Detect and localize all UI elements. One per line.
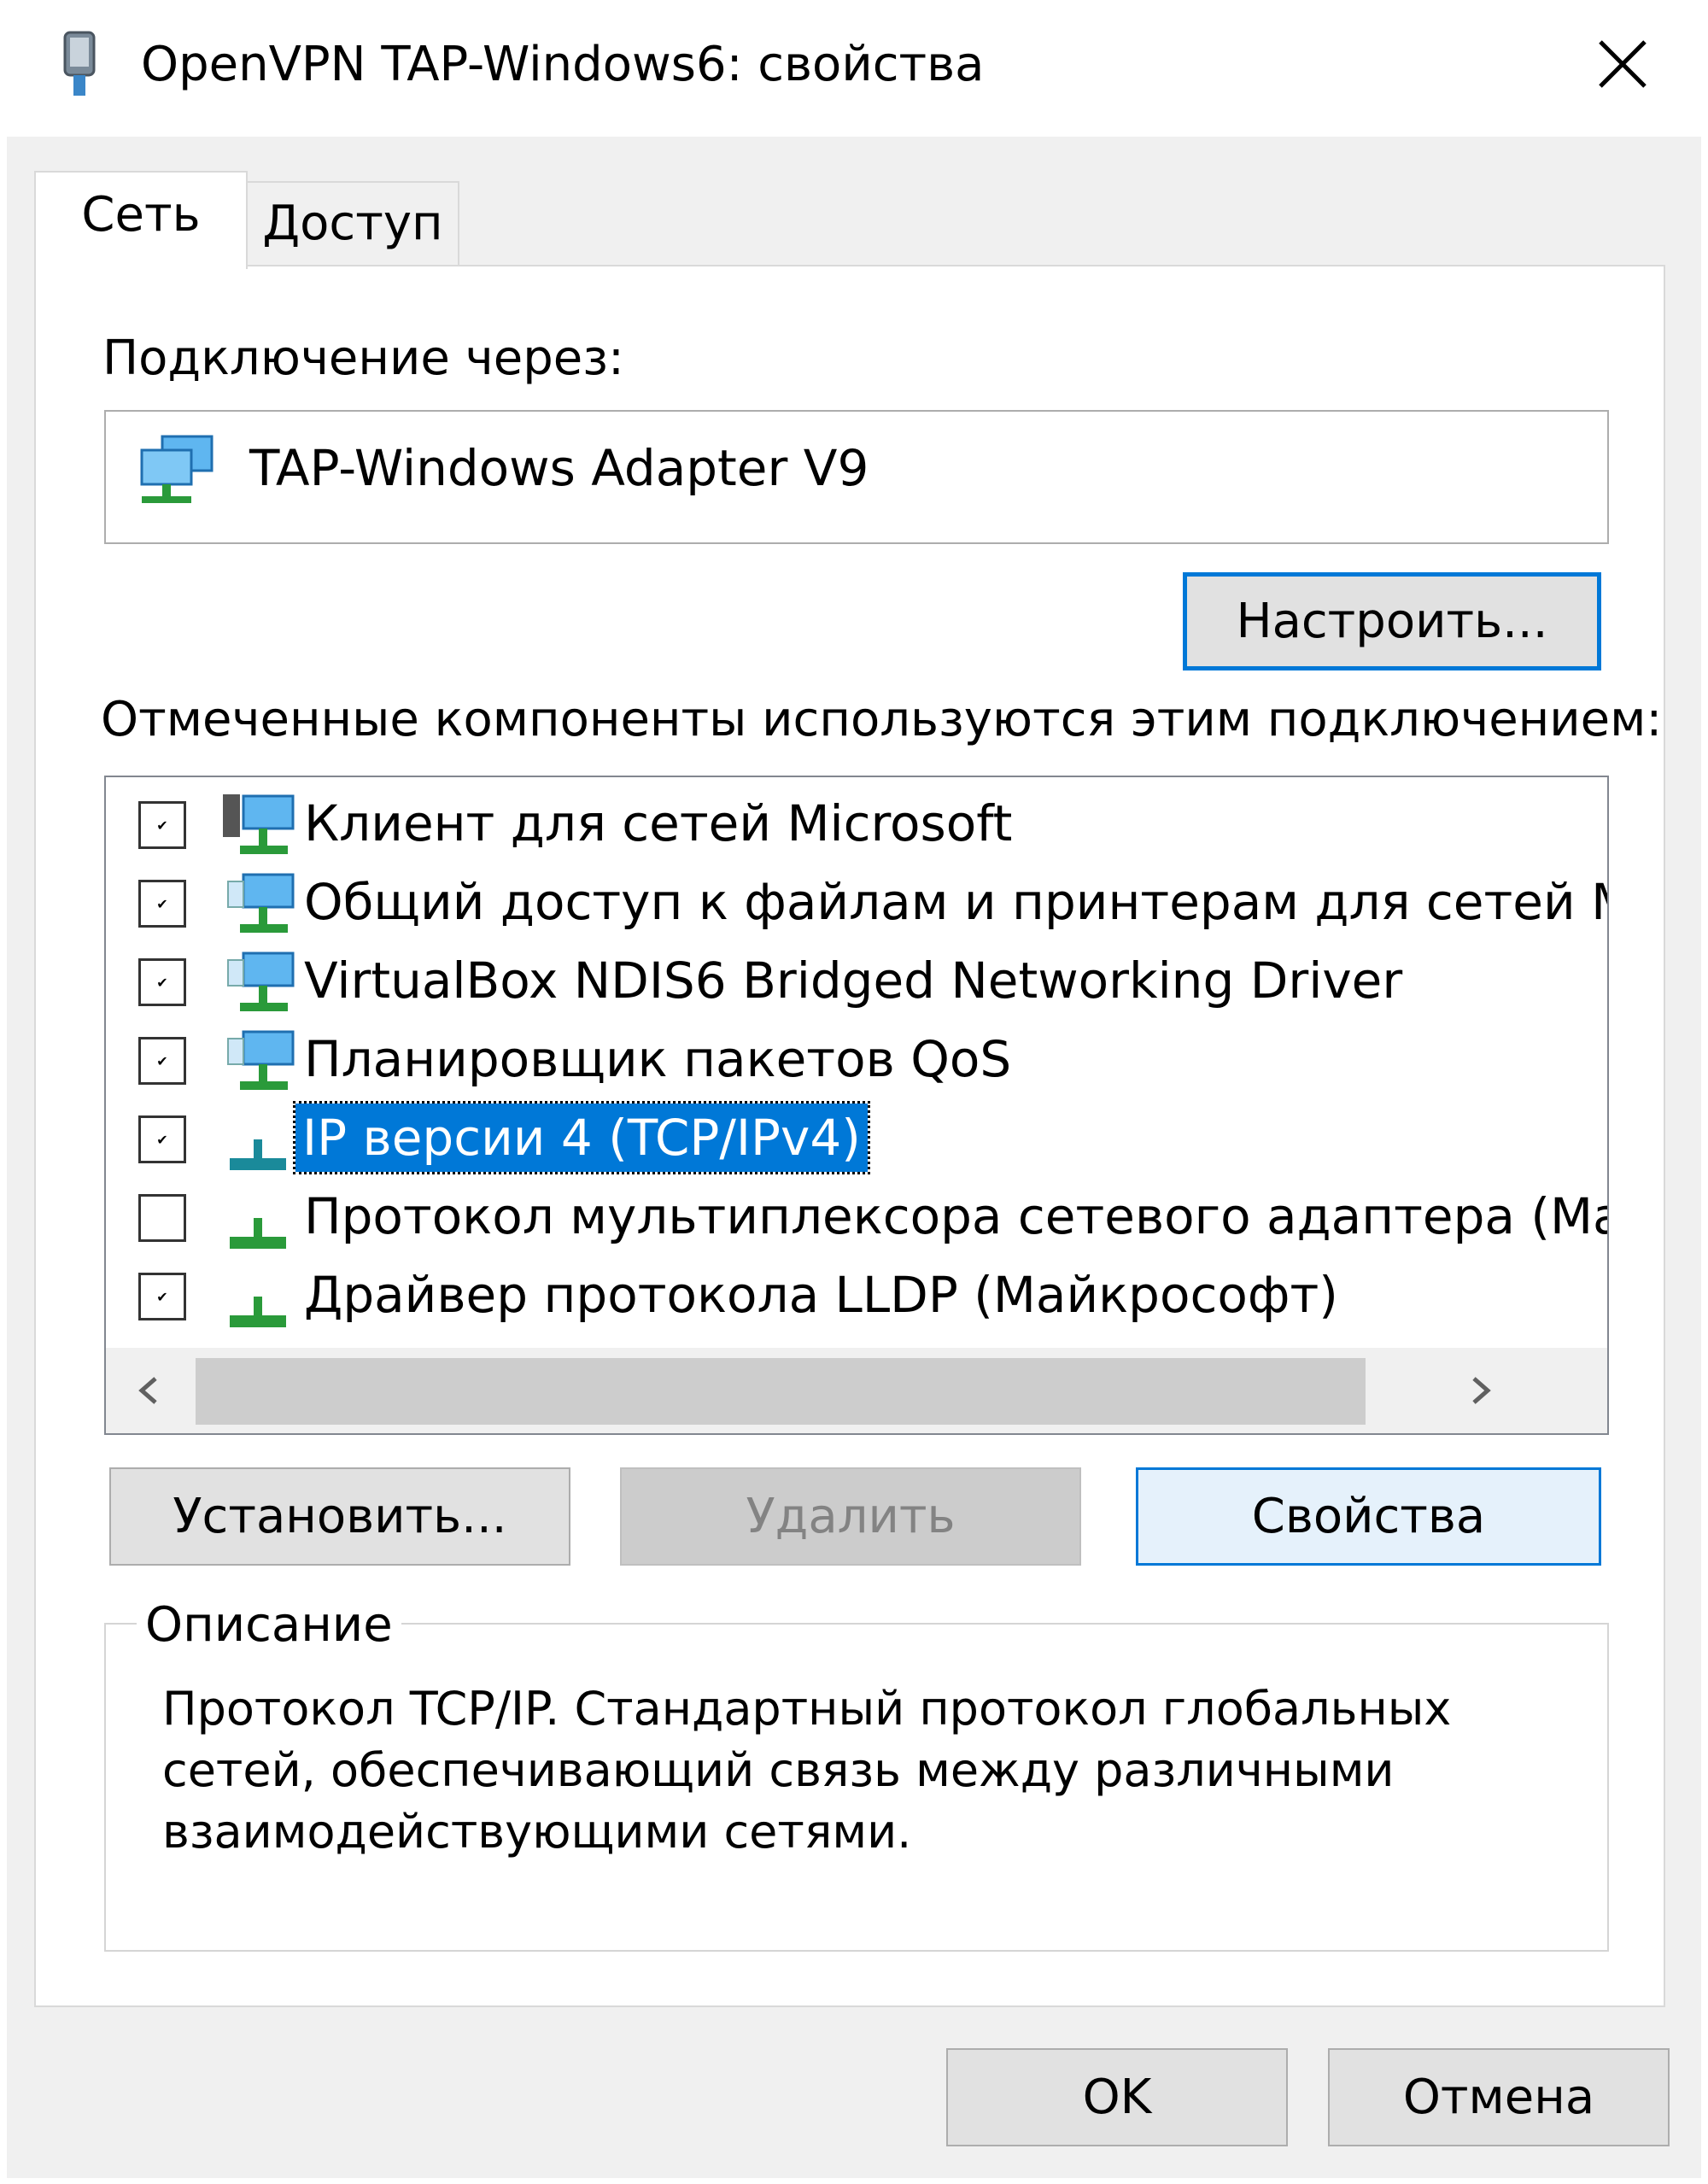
checkmark-icon: ✔	[156, 1288, 168, 1305]
protocol-icon	[221, 1184, 298, 1252]
scroll-right-icon[interactable]	[1447, 1356, 1515, 1425]
description-text: Протокол TCP/IP. Стандартный протокол гл…	[162, 1682, 1452, 1859]
connect-using-label: Подключение через:	[102, 331, 624, 386]
checkbox-lldp[interactable]: ✔	[138, 1273, 186, 1320]
scroll-left-icon[interactable]	[114, 1356, 183, 1425]
checkbox-client-microsoft[interactable]: ✔	[138, 801, 186, 849]
list-item-label: Драйвер протокола LLDP (Майкрософт)	[304, 1266, 1338, 1324]
install-button[interactable]: Установить...	[109, 1467, 570, 1566]
tab-sharing[interactable]: Доступ	[246, 181, 459, 266]
checkmark-icon: ✔	[156, 1052, 168, 1069]
list-item[interactable]: ✔ VirtualBox NDIS6 Bridged Networking Dr…	[106, 941, 1524, 1020]
network-adapter-icon	[137, 431, 218, 508]
list-item[interactable]: ✔ Драйвер протокола LLDP (Майкрософт)	[106, 1256, 1524, 1334]
protocol-icon	[221, 1105, 298, 1174]
horizontal-scroll-thumb[interactable]	[196, 1358, 1366, 1425]
protocol-icon	[221, 1262, 298, 1331]
configure-button[interactable]: Настроить...	[1183, 572, 1601, 670]
list-item[interactable]: ✔ Клиент для сетей Microsoft	[106, 784, 1524, 863]
checkbox-virtualbox-driver[interactable]: ✔	[138, 958, 186, 1006]
list-item[interactable]: Протокол мультиплексора сетевого адаптер…	[106, 1177, 1607, 1256]
network-adapter-app-icon	[58, 31, 101, 99]
list-item-label: Протокол мультиплексора сетевого адаптер…	[304, 1187, 1609, 1245]
checkbox-multiplexor[interactable]	[138, 1194, 186, 1242]
window-title: OpenVPN TAP-Windows6: свойства	[141, 37, 985, 92]
list-item-label: Общий доступ к файлам и принтерам для се…	[304, 873, 1609, 931]
network-client-icon	[221, 791, 298, 859]
network-service-icon	[221, 870, 298, 938]
checkbox-file-sharing[interactable]: ✔	[138, 880, 186, 928]
list-item-label: Клиент для сетей Microsoft	[304, 794, 1013, 852]
list-item-label: Планировщик пакетов QoS	[304, 1030, 1012, 1088]
list-item[interactable]: ✔ Общий доступ к файлам и принтерам для …	[106, 863, 1607, 941]
checkbox-ipv4[interactable]: ✔	[138, 1115, 186, 1163]
adapter-name: TAP-Windows Adapter V9	[249, 439, 869, 497]
list-item-selected[interactable]: ✔ IP версии 4 (TCP/IPv4)	[106, 1098, 1524, 1177]
checkmark-icon: ✔	[156, 817, 168, 834]
properties-button[interactable]: Свойства	[1136, 1467, 1601, 1566]
remove-button[interactable]: Удалить	[620, 1467, 1081, 1566]
list-item[interactable]: ✔ Планировщик пакетов QoS	[106, 1020, 1524, 1098]
cancel-button[interactable]: Отмена	[1328, 2048, 1670, 2146]
checkmark-icon: ✔	[156, 1131, 168, 1148]
list-item-label: IP версии 4 (TCP/IPv4)	[293, 1101, 870, 1174]
list-item-label: VirtualBox NDIS6 Bridged Networking Driv…	[304, 951, 1403, 1010]
network-service-icon	[221, 1027, 298, 1095]
checkmark-icon: ✔	[156, 974, 168, 991]
close-button[interactable]	[1571, 17, 1674, 111]
close-icon	[1599, 40, 1647, 88]
checkmark-icon: ✔	[156, 895, 168, 912]
description-legend: Описание	[137, 1596, 401, 1655]
horizontal-scrollbar[interactable]	[106, 1348, 1607, 1433]
checkbox-qos-scheduler[interactable]: ✔	[138, 1037, 186, 1085]
ok-button[interactable]: OK	[946, 2048, 1288, 2146]
components-list[interactable]: ✔ Клиент для сетей Microsoft ✔ Общий дос…	[104, 776, 1609, 1435]
components-label: Отмеченные компоненты используются этим …	[101, 692, 1663, 747]
network-service-icon	[221, 948, 298, 1016]
tab-network[interactable]: Сеть	[34, 171, 248, 269]
